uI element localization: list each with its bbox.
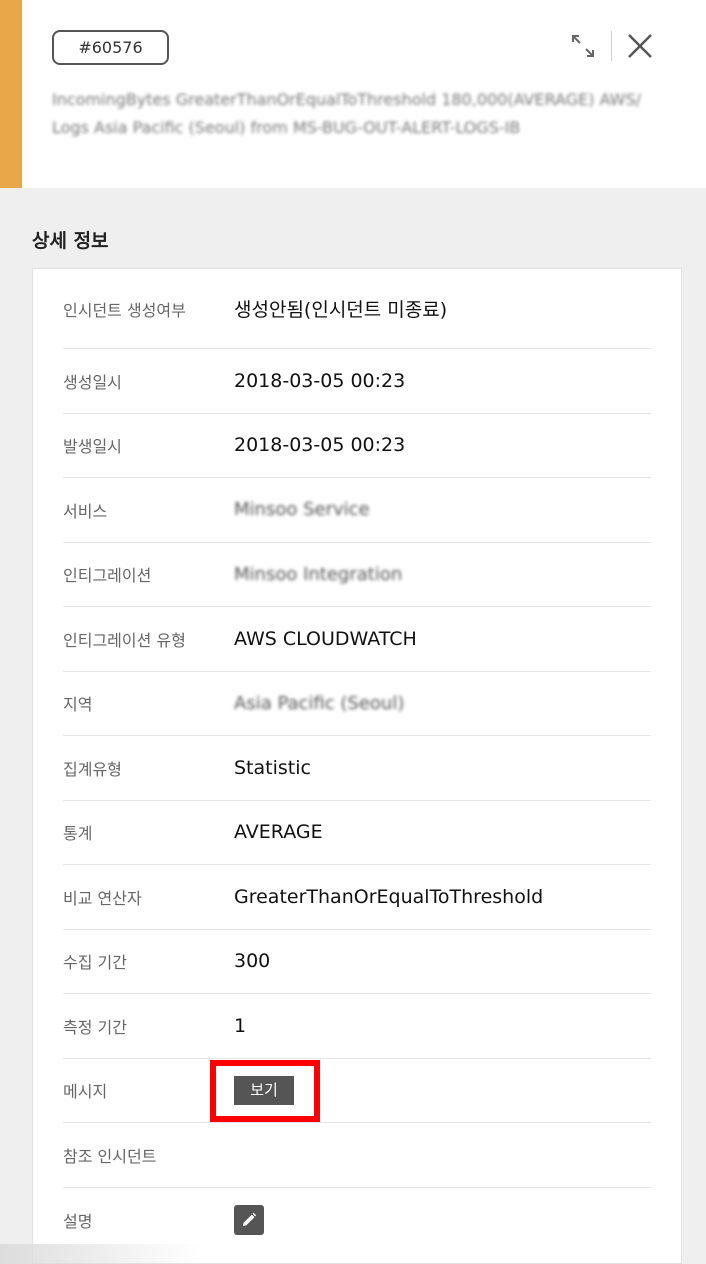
expand-button[interactable] (565, 28, 601, 64)
detail-row-evaluation-period: 측정 기간 1 (63, 994, 651, 1059)
close-icon (628, 34, 652, 58)
row-value: GreaterThanOrEqualToThreshold (234, 885, 544, 908)
header-divider (611, 31, 612, 61)
detail-row-aggregation-type: 집계유형 Statistic (63, 736, 651, 801)
header-actions (565, 28, 658, 64)
detail-row-created-at: 생성일시 2018-03-05 00:23 (63, 349, 651, 414)
row-value: 2018-03-05 00:23 (234, 434, 406, 457)
row-label: 서비스 (63, 501, 108, 521)
detail-row-incident-created: 인시던트 생성여부 생성안됨(인시던트 미종료) (63, 269, 651, 349)
pencil-icon (243, 1212, 257, 1226)
row-label: 인시던트 생성여부 (63, 300, 186, 320)
detail-row-region: 지역 Asia Pacific (Seoul) (63, 672, 651, 736)
detail-row-message: 메시지 보기 (63, 1059, 651, 1123)
row-label: 수집 기간 (63, 953, 127, 973)
section-title: 상세 정보 (32, 230, 109, 252)
row-value: 2018-03-05 00:23 (234, 369, 406, 392)
row-label: 메시지 (63, 1082, 108, 1102)
row-label: 집계유형 (63, 759, 122, 779)
row-label: 참조 인시던트 (63, 1146, 157, 1166)
detail-row-occurred-at: 발생일시 2018-03-05 00:23 (63, 414, 651, 478)
row-label: 발생일시 (63, 437, 122, 457)
incident-header: #60576 IncomingBytes GreaterThanOrEqualT… (0, 0, 706, 188)
detail-row-integration: 인티그레이션 Minsoo Integration (63, 543, 651, 607)
detail-row-statistic: 통계 AVERAGE (63, 801, 651, 865)
row-label: 생성일시 (63, 372, 122, 392)
integration-link[interactable]: Minsoo Integration (234, 564, 402, 585)
incident-id-badge: #60576 (52, 30, 169, 65)
detail-row-comparison-operator: 비교 연산자 GreaterThanOrEqualToThreshold (63, 865, 651, 930)
row-label: 인티그레이션 (63, 566, 152, 586)
row-label: 비교 연산자 (63, 888, 142, 908)
edit-description-button[interactable] (234, 1204, 264, 1235)
row-label: 지역 (63, 695, 93, 715)
row-label: 설명 (63, 1211, 93, 1231)
detail-row-integration-type: 인티그레이션 유형 AWS CLOUDWATCH (63, 607, 651, 672)
row-value: 생성안됨(인시던트 미종료) (234, 299, 448, 321)
close-button[interactable] (622, 28, 658, 64)
detail-card: 인시던트 생성여부 생성안됨(인시던트 미종료) 생성일시 2018-03-05… (32, 268, 682, 1264)
row-value: 1 (234, 1014, 247, 1037)
expand-icon (572, 35, 594, 57)
incident-summary: IncomingBytes GreaterThanOrEqualToThresh… (52, 90, 641, 137)
view-message-button[interactable]: 보기 (234, 1075, 294, 1105)
status-accent-bar (0, 0, 22, 188)
row-label: 통계 (63, 824, 93, 844)
bottom-fade (0, 1244, 200, 1264)
row-label: 측정 기간 (63, 1017, 127, 1037)
row-value: AVERAGE (234, 821, 323, 844)
view-message-wrap: 보기 (210, 1059, 320, 1122)
detail-row-service: 서비스 Minsoo Service (63, 478, 651, 543)
row-value: Statistic (234, 756, 311, 779)
detail-row-collection-period: 수집 기간 300 (63, 930, 651, 994)
row-value: 300 (234, 950, 271, 973)
service-link[interactable]: Minsoo Service (234, 499, 370, 520)
detail-row-reference-incident: 참조 인시던트 (63, 1123, 651, 1188)
row-label: 인티그레이션 유형 (63, 630, 186, 650)
row-value: Asia Pacific (Seoul) (234, 692, 405, 714)
detail-row-description: 설명 (63, 1188, 651, 1253)
row-value: AWS CLOUDWATCH (234, 627, 417, 650)
